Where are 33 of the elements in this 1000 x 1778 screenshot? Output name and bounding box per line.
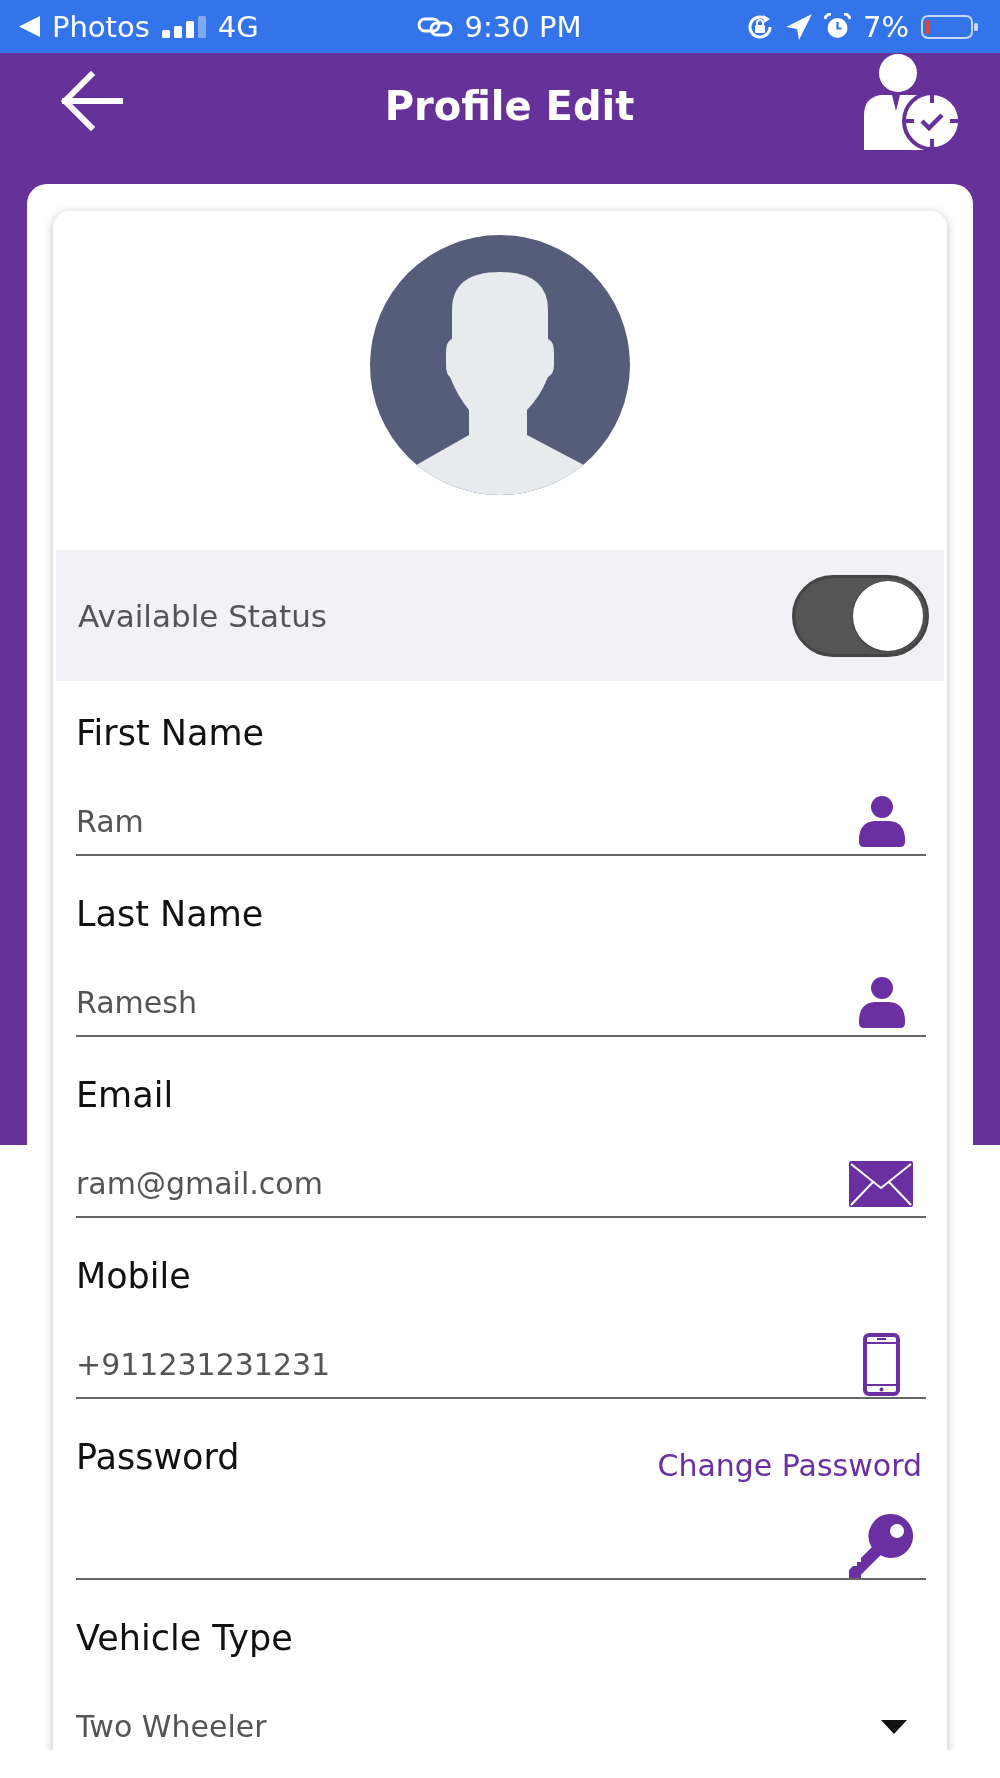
- password-field[interactable]: [76, 1513, 926, 1580]
- change-password-link[interactable]: Change Password: [657, 1447, 922, 1485]
- caret-down-icon: [881, 1719, 907, 1734]
- person-icon: [859, 796, 905, 847]
- location-arrow-icon: [786, 13, 812, 40]
- status-label: Available Status: [78, 597, 327, 634]
- field-label: Email: [76, 1074, 174, 1117]
- signal-bars-icon: [161, 15, 206, 38]
- key-icon: [849, 1513, 913, 1578]
- field-label: Last Name: [76, 893, 264, 936]
- page-title: Profile Edit: [384, 82, 635, 130]
- field-label: Mobile: [76, 1255, 191, 1298]
- phone-icon: [863, 1333, 900, 1396]
- back-to-app-link[interactable]: Photos: [19, 9, 150, 44]
- field-label: Vehicle Type: [76, 1617, 293, 1660]
- chain-link-icon: [416, 16, 453, 37]
- battery-icon: [921, 14, 979, 39]
- rotation-lock-icon: [746, 12, 774, 41]
- back-triangle-icon: [19, 16, 40, 37]
- input-field[interactable]: +911231231231: [76, 1332, 926, 1399]
- person-icon: [859, 977, 905, 1028]
- back-arrow-icon[interactable]: [59, 69, 123, 133]
- input-field[interactable]: ram@gmail.com: [76, 1151, 926, 1218]
- input-field[interactable]: Ramesh: [76, 970, 926, 1037]
- input-field[interactable]: Ram: [76, 789, 926, 856]
- network-type: 4G: [217, 9, 259, 44]
- clock-time: 9:30 PM: [464, 9, 582, 44]
- dropdown-field[interactable]: Two Wheeler: [76, 1694, 926, 1750]
- battery-percent: 7%: [863, 9, 909, 44]
- alarm-clock-icon: [824, 13, 851, 40]
- envelope-icon: [849, 1160, 913, 1207]
- field-label: First Name: [76, 712, 265, 755]
- field-label: Password: [76, 1436, 240, 1479]
